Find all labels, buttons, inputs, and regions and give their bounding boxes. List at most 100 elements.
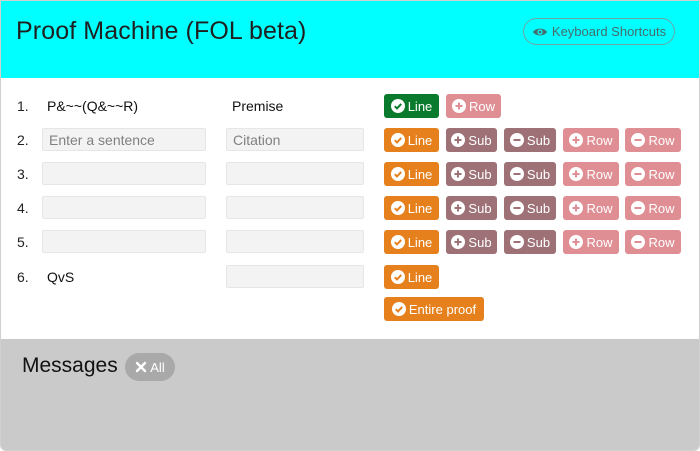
minus-circle-icon (509, 133, 524, 147)
check-circle-icon (390, 133, 405, 147)
line-number: 1. (17, 98, 29, 114)
minus-circle-icon (509, 201, 524, 215)
messages-panel: Messages All (1, 339, 699, 450)
plus-circle-icon (451, 133, 466, 147)
sentence-input[interactable] (42, 162, 206, 185)
check-line-button[interactable]: Line (384, 94, 439, 118)
messages-title: Messages (22, 354, 118, 377)
citation-text[interactable]: Premise (232, 98, 283, 114)
sub-button-label: Sub (526, 234, 551, 250)
plus-circle-icon (451, 167, 466, 181)
citation-input[interactable] (226, 265, 364, 288)
plus-circle-icon (451, 99, 466, 113)
row-button-label: Row (648, 132, 675, 148)
clear-all-label: All (150, 359, 165, 375)
add-row-button[interactable]: Row (446, 94, 501, 118)
clear-all-messages-button[interactable]: All (125, 353, 175, 381)
row-button-label: Row (586, 200, 613, 216)
line-button-label: Line (407, 166, 433, 182)
row-button-label: Row (648, 200, 675, 216)
line-button-label: Line (407, 200, 433, 216)
close-icon (136, 361, 147, 373)
proof-row-1: 1. P&~~(Q&~~R) Premise Line Row (1, 89, 699, 123)
citation-input[interactable] (226, 196, 364, 219)
remove-row-button[interactable]: Row (625, 196, 681, 220)
minus-circle-icon (631, 133, 646, 147)
line-button-label: Line (407, 132, 433, 148)
remove-row-button[interactable]: Row (625, 230, 681, 254)
proof-row-2: 2. Line Sub Sub Row Row (1, 123, 699, 157)
line-number: 4. (17, 200, 29, 216)
line-button-label: Line (407, 234, 433, 250)
check-line-button[interactable]: Line (384, 265, 439, 289)
citation-input[interactable] (226, 128, 364, 151)
line-button-label: Line (407, 98, 433, 114)
plus-circle-icon (569, 235, 584, 249)
sub-button-label: Sub (468, 166, 492, 182)
minus-circle-icon (631, 201, 646, 215)
proof-row-6: 6. QvS Line (1, 260, 699, 294)
eye-icon (532, 28, 547, 35)
plus-circle-icon (569, 201, 584, 215)
entire-proof-row: Entire proof (1, 292, 699, 326)
remove-subproof-button[interactable]: Sub (504, 196, 556, 220)
sentence-input[interactable] (42, 196, 206, 219)
proof-machine-window: Proof Machine (FOL beta) Keyboard Shortc… (0, 0, 700, 451)
proof-row-5: 5. Line Sub Sub Row Row (1, 225, 699, 259)
remove-subproof-button[interactable]: Sub (504, 128, 556, 152)
row-button-label: Row (586, 132, 613, 148)
check-circle-icon (390, 167, 405, 181)
keyboard-shortcuts-button[interactable]: Keyboard Shortcuts (523, 18, 675, 45)
page-title: Proof Machine (FOL beta) (16, 17, 307, 45)
citation-input[interactable] (226, 230, 364, 253)
sentence-input[interactable] (42, 128, 206, 151)
check-circle-icon (390, 235, 405, 249)
sentence-text[interactable]: P&~~(Q&~~R) (47, 98, 138, 114)
sub-button-label: Sub (526, 132, 551, 148)
sub-button-label: Sub (526, 200, 551, 216)
check-line-button[interactable]: Line (384, 162, 439, 186)
sub-button-label: Sub (468, 234, 492, 250)
row-button-label: Row (648, 166, 675, 182)
sub-button-label: Sub (468, 200, 492, 216)
add-row-button[interactable]: Row (563, 196, 619, 220)
minus-circle-icon (509, 235, 524, 249)
remove-row-button[interactable]: Row (625, 162, 681, 186)
add-subproof-button[interactable]: Sub (446, 162, 497, 186)
sub-button-label: Sub (468, 132, 492, 148)
remove-row-button[interactable]: Row (625, 128, 681, 152)
line-number: 5. (17, 234, 29, 250)
line-number: 3. (17, 166, 29, 182)
add-subproof-button[interactable]: Sub (446, 128, 497, 152)
citation-input[interactable] (226, 162, 364, 185)
sentence-input[interactable] (42, 230, 206, 253)
add-row-button[interactable]: Row (563, 128, 619, 152)
check-line-button[interactable]: Line (384, 196, 439, 220)
sub-button-label: Sub (526, 166, 551, 182)
add-subproof-button[interactable]: Sub (446, 230, 497, 254)
remove-subproof-button[interactable]: Sub (504, 230, 556, 254)
remove-subproof-button[interactable]: Sub (504, 162, 556, 186)
proof-area: 1. P&~~(Q&~~R) Premise Line Row 2. Line (1, 78, 699, 339)
add-subproof-button[interactable]: Sub (446, 196, 497, 220)
sentence-text[interactable]: QvS (47, 269, 74, 285)
check-line-button[interactable]: Line (384, 128, 439, 152)
minus-circle-icon (631, 235, 646, 249)
plus-circle-icon (451, 201, 466, 215)
row-button-label: Row (468, 98, 495, 114)
check-entire-proof-button[interactable]: Entire proof (384, 297, 484, 321)
check-circle-icon (391, 302, 406, 316)
header-bar: Proof Machine (FOL beta) Keyboard Shortc… (1, 1, 699, 78)
add-row-button[interactable]: Row (563, 230, 619, 254)
plus-circle-icon (569, 133, 584, 147)
plus-circle-icon (451, 235, 466, 249)
check-circle-icon (390, 270, 405, 284)
check-circle-icon (390, 201, 405, 215)
row-button-label: Row (586, 166, 613, 182)
check-circle-icon (390, 99, 405, 113)
minus-circle-icon (509, 167, 524, 181)
check-line-button[interactable]: Line (384, 230, 439, 254)
entire-proof-label: Entire proof (408, 301, 477, 317)
row-button-label: Row (648, 234, 675, 250)
add-row-button[interactable]: Row (563, 162, 619, 186)
